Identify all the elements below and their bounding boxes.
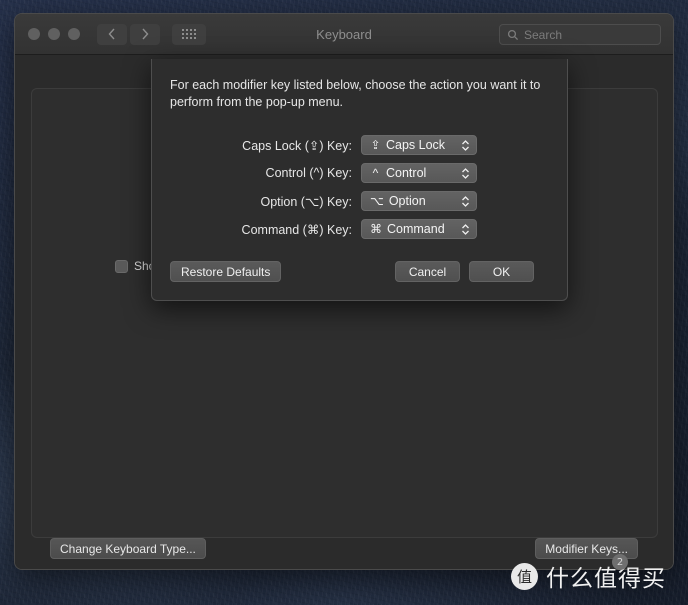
modifier-keys-dialog: For each modifier key listed below, choo… (151, 59, 568, 301)
close-button[interactable] (28, 28, 40, 40)
show-keyboard-viewer-checkbox[interactable] (115, 259, 128, 273)
control-label: Control (^) Key: (265, 166, 352, 180)
caps-lock-stepper-icon (461, 139, 470, 151)
ok-button[interactable]: OK (469, 261, 534, 282)
show-all-button[interactable] (172, 23, 206, 45)
cancel-button[interactable]: Cancel (395, 261, 460, 282)
caps-lock-symbol-icon: ⇪ (370, 138, 381, 152)
command-stepper-icon (461, 223, 470, 235)
chevron-right-icon (142, 28, 149, 40)
option-value: Option (388, 194, 426, 208)
zoom-button[interactable] (68, 28, 80, 40)
caps-lock-value: Caps Lock (386, 138, 446, 152)
option-symbol-icon: ⌥ (370, 194, 384, 208)
option-stepper-icon (461, 195, 470, 207)
command-label: Command (⌘) Key: (241, 222, 352, 237)
forward-button[interactable] (130, 23, 160, 45)
back-button[interactable] (97, 23, 127, 45)
navigation-buttons (97, 23, 160, 45)
command-popup-button[interactable]: ⌘ Command (361, 219, 477, 239)
change-keyboard-type-button[interactable]: Change Keyboard Type... (50, 538, 206, 559)
show-keyboard-viewer-row[interactable]: Sho (115, 259, 155, 273)
restore-defaults-button[interactable]: Restore Defaults (170, 261, 282, 282)
modifier-row-control: Control (^) Key: ^ Control (152, 159, 567, 187)
grid-icon (182, 29, 196, 39)
watermark-badge: 2 (612, 554, 628, 570)
watermark-text: 什么值得买 (546, 566, 666, 592)
caps-lock-popup-button[interactable]: ⇪ Caps Lock (361, 135, 477, 155)
modifier-rows-list: Caps Lock (⇪) Key: ⇪ Caps Lock Control (… (152, 131, 567, 243)
watermark: 值 什么值得买 2 (511, 554, 666, 593)
search-icon (507, 29, 519, 40)
modifier-row-command: Command (⌘) Key: ⌘ Command (152, 215, 567, 243)
control-stepper-icon (461, 167, 470, 179)
watermark-logo-icon: 值 (511, 562, 538, 590)
option-label: Option (⌥) Key: (260, 194, 352, 209)
control-symbol-icon: ^ (372, 166, 379, 180)
search-input[interactable]: Search (499, 24, 661, 45)
control-popup-button[interactable]: ^ Control (361, 163, 477, 183)
caps-lock-label: Caps Lock (⇪) Key: (242, 138, 352, 153)
option-popup-button[interactable]: ⌥ Option (361, 191, 477, 211)
traffic-lights (28, 28, 80, 40)
command-symbol-icon: ⌘ (370, 222, 382, 236)
control-value: Control (386, 166, 427, 180)
system-preferences-window: Keyboard Search Sho Change Keyboard Type… (14, 13, 674, 570)
modifier-row-caps-lock: Caps Lock (⇪) Key: ⇪ Caps Lock (152, 131, 567, 159)
minimize-button[interactable] (48, 28, 60, 40)
chevron-left-icon (108, 28, 115, 40)
window-titlebar: Keyboard Search (15, 14, 673, 55)
command-value: Command (387, 222, 445, 236)
search-placeholder: Search (524, 27, 563, 42)
dialog-message: For each modifier key listed below, choo… (170, 78, 541, 109)
modifier-row-option: Option (⌥) Key: ⌥ Option (152, 187, 567, 215)
